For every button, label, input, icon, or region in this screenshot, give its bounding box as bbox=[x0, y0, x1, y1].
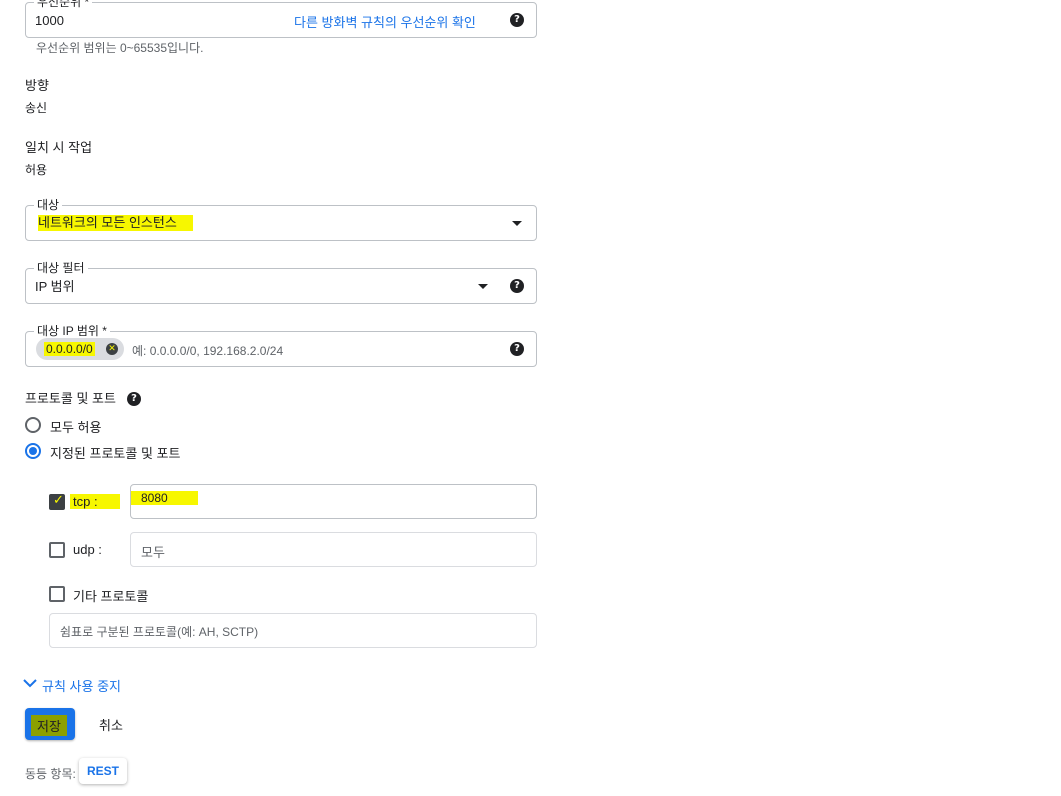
direction-value: 송신 bbox=[25, 101, 48, 115]
close-icon[interactable]: ✕ bbox=[106, 343, 118, 355]
tcp-checkbox[interactable]: ✓ bbox=[49, 493, 65, 510]
rest-button[interactable]: REST bbox=[79, 758, 127, 784]
radio-allow-all[interactable] bbox=[25, 417, 41, 433]
target-filter-label: 대상 필터 bbox=[34, 261, 88, 275]
other-protocols-placeholder: 쉼표로 구분된 프로토콜(예: AH, SCTP) bbox=[60, 625, 259, 639]
tcp-label: tcp : bbox=[70, 494, 120, 509]
priority-hint: 우선순위 범위는 0~65535입니다. bbox=[36, 41, 204, 55]
target-ip-input[interactable]: 예: 0.0.0.0/0, 192.168.2.0/24 bbox=[132, 342, 283, 359]
target-filter-value: IP 범위 bbox=[35, 279, 75, 294]
priority-check-link[interactable]: 다른 방화벽 규칙의 우선순위 확인 bbox=[294, 12, 476, 31]
tcp-ports-input[interactable]: 8080 bbox=[130, 484, 537, 519]
help-icon[interactable]: ? bbox=[510, 342, 524, 356]
help-icon[interactable]: ? bbox=[510, 279, 524, 293]
protocols-label: 프로토콜 및 포트 bbox=[25, 391, 116, 406]
udp-label: udp : bbox=[73, 542, 102, 557]
target-filter-select[interactable]: 대상 필터 IP 범위 ? bbox=[25, 261, 537, 304]
radio-specified-label: 지정된 프로토콜 및 포트 bbox=[50, 446, 181, 461]
target-label: 대상 bbox=[34, 198, 63, 212]
disable-rule-label: 규칙 사용 중지 bbox=[42, 679, 121, 694]
cancel-button[interactable]: 취소 bbox=[99, 715, 123, 734]
action-value: 허용 bbox=[25, 163, 48, 177]
save-label: 저장 bbox=[31, 715, 67, 736]
target-select[interactable]: 대상 네트워크의 모든 인스턴스 bbox=[25, 198, 537, 241]
target-ip-field[interactable]: 대상 IP 범위 * 0.0.0.0/0 ✕ 예: 0.0.0.0/0, 192… bbox=[25, 324, 537, 367]
rest-label: REST bbox=[87, 764, 120, 778]
target-ip-label: 대상 IP 범위 * bbox=[34, 324, 110, 338]
chevron-down-icon bbox=[23, 679, 37, 688]
tcp-ports-value: 8080 bbox=[131, 491, 198, 505]
chevron-down-icon[interactable] bbox=[512, 221, 522, 226]
disable-rule-toggle[interactable]: 규칙 사용 중지 bbox=[22, 675, 132, 694]
action-label: 일치 시 작업 bbox=[25, 140, 93, 155]
other-protocols-checkbox[interactable] bbox=[49, 586, 65, 602]
ip-chip[interactable]: 0.0.0.0/0 ✕ bbox=[36, 338, 124, 360]
radio-allow-all-label: 모두 허용 bbox=[50, 420, 102, 435]
udp-checkbox[interactable] bbox=[49, 542, 65, 558]
priority-input[interactable]: 1000 bbox=[35, 13, 64, 29]
priority-label: 우선순위 * bbox=[34, 0, 93, 9]
udp-ports-input[interactable]: 모두 bbox=[130, 532, 537, 567]
chevron-down-icon[interactable] bbox=[478, 284, 488, 289]
save-button[interactable]: 저장 bbox=[25, 708, 75, 740]
priority-field[interactable]: 우선순위 * 1000 다른 방화벽 규칙의 우선순위 확인 ? bbox=[25, 0, 537, 38]
direction-label: 방향 bbox=[25, 78, 49, 93]
help-icon[interactable]: ? bbox=[127, 392, 141, 406]
udp-ports-placeholder: 모두 bbox=[141, 545, 165, 560]
equivalent-label: 동등 항목: bbox=[25, 767, 76, 781]
target-value: 네트워크의 모든 인스턴스 bbox=[38, 215, 193, 231]
other-protocols-label: 기타 프로토콜 bbox=[73, 589, 149, 604]
checkmark-icon: ✓ bbox=[53, 493, 64, 508]
ip-chip-label: 0.0.0.0/0 bbox=[44, 342, 95, 356]
other-protocols-input[interactable]: 쉼표로 구분된 프로토콜(예: AH, SCTP) bbox=[49, 613, 537, 648]
help-icon[interactable]: ? bbox=[510, 13, 524, 27]
radio-specified[interactable] bbox=[25, 443, 41, 459]
